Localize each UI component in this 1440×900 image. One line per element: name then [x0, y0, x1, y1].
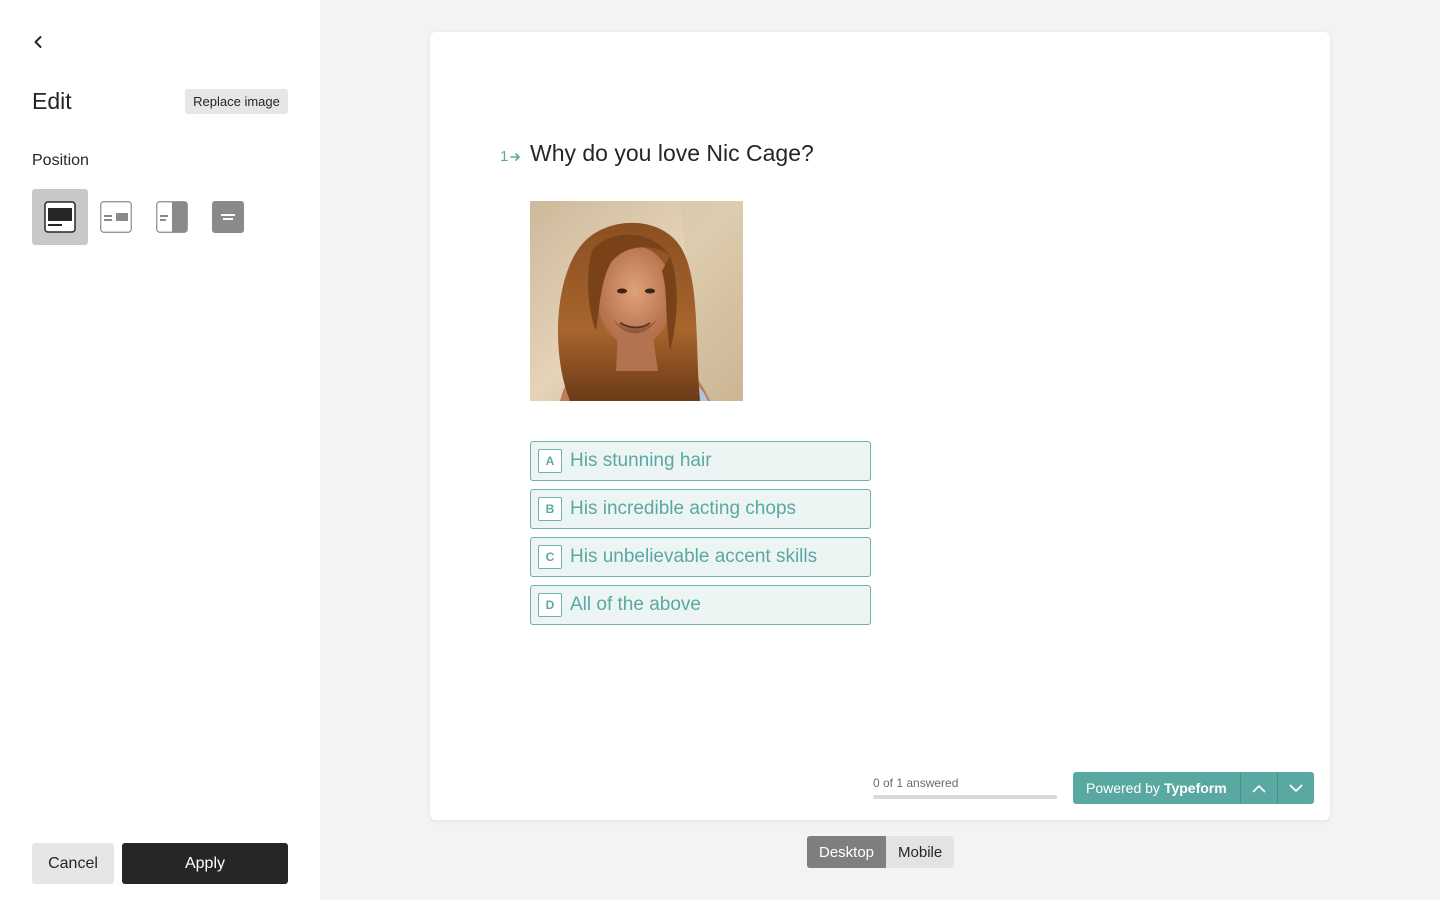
- choice-option-d[interactable]: D All of the above: [530, 585, 871, 625]
- choice-label: His incredible acting chops: [570, 498, 797, 519]
- question-image: [530, 201, 743, 401]
- position-options: [32, 189, 256, 245]
- edit-sidebar: Edit Replace image Position Cancel Apply: [0, 0, 320, 900]
- portrait-image: [530, 201, 743, 401]
- choice-label: His unbelievable accent skills: [570, 546, 818, 567]
- layout-image-right-icon: [100, 201, 132, 233]
- choice-key: B: [538, 497, 562, 521]
- choice-option-a[interactable]: A His stunning hair: [530, 441, 871, 481]
- position-option-split[interactable]: [144, 189, 200, 245]
- position-option-full-image[interactable]: [32, 189, 88, 245]
- progress-bar: [873, 795, 1057, 799]
- choice-key: D: [538, 593, 562, 617]
- question-number-text: 1: [500, 148, 509, 165]
- position-option-image-right[interactable]: [88, 189, 144, 245]
- cancel-button[interactable]: Cancel: [32, 843, 114, 884]
- layout-split-icon: [156, 201, 188, 233]
- chevron-down-icon: [1289, 784, 1303, 792]
- layout-background-icon: [212, 201, 244, 233]
- position-option-background[interactable]: [200, 189, 256, 245]
- mobile-view-button[interactable]: Mobile: [886, 836, 955, 868]
- desktop-view-button[interactable]: Desktop: [807, 836, 887, 868]
- progress-text: 0 of 1 answered: [873, 776, 959, 790]
- powered-prefix: Powered by: [1086, 780, 1160, 796]
- question-number: 1: [500, 148, 530, 165]
- chevron-up-icon: [1252, 784, 1265, 792]
- previous-question-button[interactable]: [1239, 772, 1277, 804]
- form-preview: 1 Why do you love Nic Cage? A His stunni…: [430, 32, 1330, 820]
- arrow-right-icon: [510, 152, 521, 161]
- sidebar-footer: Cancel Apply: [32, 843, 288, 884]
- position-label: Position: [32, 152, 89, 169]
- question-header: 1 Why do you love Nic Cage?: [500, 140, 814, 167]
- device-toggle: Desktop Mobile: [807, 836, 955, 868]
- powered-by-typeform-link[interactable]: Powered by Typeform: [1073, 772, 1240, 804]
- back-button[interactable]: [26, 30, 50, 54]
- question-text: Why do you love Nic Cage?: [530, 140, 814, 166]
- choice-option-b[interactable]: B His incredible acting chops: [530, 489, 871, 529]
- apply-button[interactable]: Apply: [122, 843, 288, 884]
- panel-title: Edit: [32, 88, 72, 114]
- next-question-button[interactable]: [1276, 772, 1314, 804]
- choice-key: C: [538, 545, 562, 569]
- choice-option-c[interactable]: C His unbelievable accent skills: [530, 537, 871, 577]
- choice-key: A: [538, 449, 562, 473]
- powered-by-bar: Powered by Typeform: [1073, 772, 1314, 804]
- progress-indicator: 0 of 1 answered: [873, 776, 1057, 799]
- choice-label: All of the above: [570, 594, 701, 615]
- chevron-left-icon: [34, 36, 42, 48]
- powered-brand: Typeform: [1163, 780, 1227, 796]
- layout-full-image-icon: [44, 201, 76, 233]
- choice-list: A His stunning hair B His incredible act…: [530, 441, 871, 625]
- choice-label: His stunning hair: [570, 450, 712, 471]
- replace-image-button[interactable]: Replace image: [185, 89, 288, 114]
